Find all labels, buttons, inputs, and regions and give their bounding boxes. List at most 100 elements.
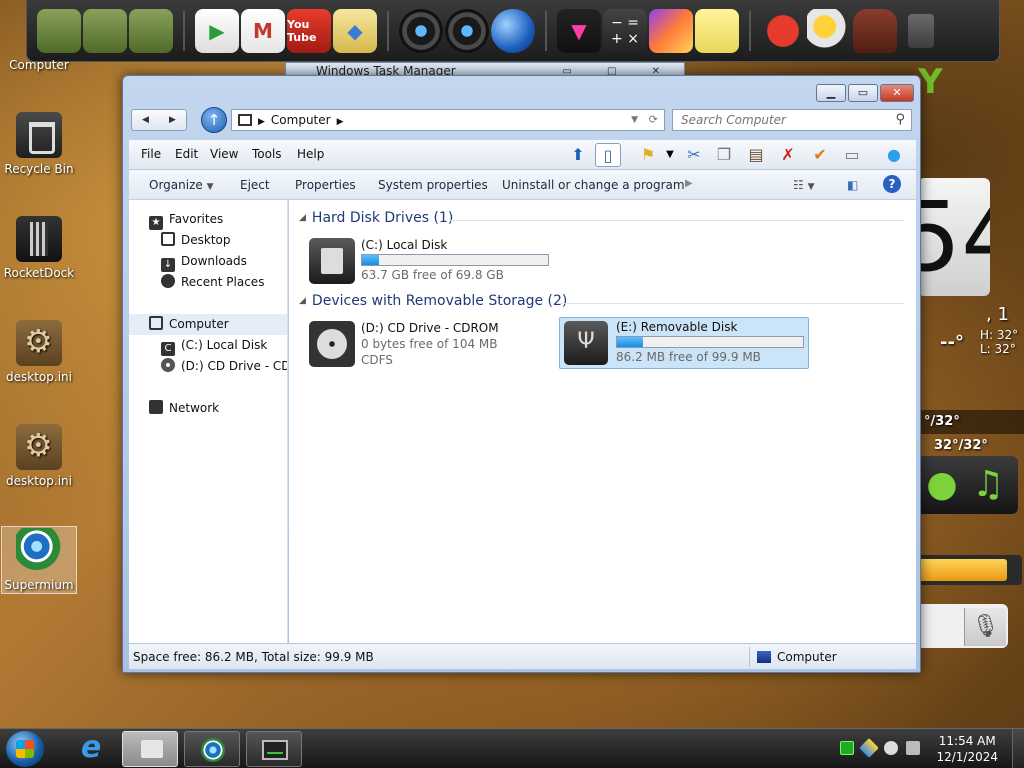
microphone-icon[interactable]: 🎙 — [964, 608, 1006, 646]
nav-cd-drive[interactable]: (D:) CD Drive - CDROM — [161, 356, 287, 377]
drive-e[interactable]: Ψ (E:) Removable Disk 86.2 MB free of 99… — [559, 317, 809, 369]
gmail-icon[interactable]: M — [241, 8, 285, 53]
notes-icon[interactable] — [695, 8, 739, 53]
chevron-down-icon: ▼ — [206, 182, 214, 192]
chat-bubble-icon[interactable]: ● — [881, 143, 907, 167]
minimize-button[interactable]: ▁ — [816, 84, 846, 102]
desktop-icon-recycle-bin[interactable]: Recycle Bin — [0, 112, 78, 176]
android-icon[interactable] — [853, 8, 897, 53]
system-properties-button[interactable]: System properties — [378, 178, 488, 192]
maximize-button[interactable]: ▭ — [848, 84, 878, 102]
nav-recent-places[interactable]: Recent Places — [161, 272, 264, 293]
change-view-icon[interactable]: ☷ ▼ — [793, 178, 815, 192]
breadcrumb-arrow-icon[interactable]: ▶ — [337, 117, 344, 127]
status-separator — [749, 647, 750, 667]
hard-disk-icon — [309, 238, 355, 284]
desktop-icon-desktop-ini[interactable]: desktop.ini — [0, 320, 78, 384]
dropdown-icon[interactable]: ▼ — [657, 143, 683, 167]
folder-icon[interactable] — [129, 8, 173, 53]
gallery-icon[interactable] — [649, 8, 693, 53]
taskbar-task-manager-button[interactable] — [246, 731, 302, 767]
trash-icon[interactable] — [908, 13, 934, 48]
internet-explorer-icon[interactable]: e — [66, 731, 116, 767]
start-button[interactable] — [6, 731, 44, 767]
nav-local-disk[interactable]: C (C:) Local Disk — [161, 335, 267, 356]
group-removable-storage[interactable]: Devices with Removable Storage (2) — [299, 293, 567, 309]
tray-network-icon[interactable] — [884, 741, 898, 755]
taskbar-clock[interactable]: 11:54 AM 12/1/2024 — [936, 733, 998, 765]
nav-desktop[interactable]: Desktop — [161, 230, 231, 251]
tray-green-icon[interactable] — [840, 741, 854, 755]
drive-d[interactable]: (D:) CD Drive - CDROM 0 bytes free of 10… — [309, 319, 559, 371]
close-button[interactable]: ✕ — [880, 84, 914, 102]
delete-icon[interactable]: ✗ — [775, 143, 801, 167]
properties-button[interactable]: Properties — [295, 178, 356, 192]
weather-icon[interactable] — [807, 8, 851, 53]
help-icon[interactable]: ? — [883, 175, 901, 193]
computer-icon — [757, 651, 771, 663]
status-location: Computer — [757, 650, 837, 664]
nav-computer[interactable]: Computer — [129, 314, 287, 335]
nav-downloads[interactable]: ↓ Downloads — [161, 251, 247, 272]
menu-file[interactable]: File — [141, 147, 161, 161]
drive-c[interactable]: (C:) Local Disk 63.7 GB free of 69.8 GB — [309, 236, 559, 288]
back-arrow-icon[interactable]: ◀ — [142, 115, 149, 125]
back-forward-buttons[interactable]: ◀ ▶ — [131, 109, 187, 131]
organize-button[interactable]: Organize ▼ — [149, 178, 214, 192]
group-hard-disk-drives[interactable]: Hard Disk Drives (1) — [299, 210, 453, 226]
settings-file-icon — [16, 320, 62, 366]
refresh-icon[interactable]: ⟳ — [649, 110, 658, 130]
nav-favorites[interactable]: ★ Favorites — [149, 209, 223, 230]
rename-icon[interactable]: ▭ — [839, 143, 865, 167]
video-icon[interactable]: ▼ — [557, 8, 601, 53]
tray-action-center-icon[interactable] — [859, 738, 879, 758]
desktop-icon-computer[interactable]: Computer — [0, 58, 78, 72]
preview-pane-toggle-icon[interactable]: ◧ — [847, 178, 858, 192]
menu-edit[interactable]: Edit — [175, 147, 198, 161]
taskbar-explorer-button[interactable] — [122, 731, 178, 767]
eject-button[interactable]: Eject — [240, 178, 270, 192]
copy-icon[interactable]: ❐ — [711, 143, 737, 167]
breadcrumb-computer[interactable]: Computer — [271, 113, 331, 127]
search-box[interactable]: ⚲ — [672, 109, 912, 131]
music-app-tile[interactable]: ♫ — [958, 456, 1018, 514]
more-commands-icon[interactable]: ▶ — [685, 178, 693, 189]
show-desktop-button[interactable] — [1012, 729, 1024, 768]
address-dropdown-icon[interactable]: ▼ — [631, 110, 638, 130]
forward-arrow-icon[interactable]: ▶ — [169, 115, 176, 125]
address-bar[interactable]: ▶ Computer ▶ ▼ ⟳ — [231, 109, 665, 131]
desktop-icon-rocketdock[interactable]: RocketDock — [0, 216, 78, 280]
youtube-icon[interactable]: You Tube — [287, 8, 331, 53]
nav-label: Network — [169, 401, 220, 415]
search-input[interactable] — [673, 110, 883, 130]
cut-icon[interactable]: ✂ — [681, 143, 707, 167]
menu-view[interactable]: View — [210, 147, 238, 161]
browser-globe-icon[interactable] — [491, 8, 535, 53]
folder-android-icon[interactable] — [37, 8, 81, 53]
search-icon[interactable]: ⚲ — [895, 112, 905, 127]
checkmark-icon[interactable]: ✔ — [807, 143, 833, 167]
nav-network[interactable]: Network — [149, 398, 219, 419]
desktop-icon-supermium[interactable]: Supermium — [0, 528, 78, 592]
desktop-icon-desktop-ini-2[interactable]: desktop.ini — [0, 424, 78, 488]
angry-birds-icon[interactable] — [761, 8, 805, 53]
taskbar-supermium-button[interactable] — [184, 731, 240, 767]
breadcrumb-arrow-icon[interactable]: ▶ — [258, 117, 265, 127]
preview-pane-icon[interactable]: ▯ — [595, 143, 621, 167]
menu-tools[interactable]: Tools — [252, 147, 282, 161]
calculator-icon[interactable]: − = + × — [603, 8, 647, 53]
globe-folder-icon[interactable] — [83, 8, 127, 53]
maps-icon[interactable]: ◆ — [333, 8, 377, 53]
command-bar: Organize ▼ Eject Properties System prope… — [129, 170, 916, 200]
up-arrow-icon[interactable]: ↑ — [201, 107, 227, 133]
drive-name: (D:) CD Drive - CDROM — [361, 321, 499, 335]
paste-icon[interactable]: ▤ — [743, 143, 769, 167]
uninstall-program-button[interactable]: Uninstall or change a program — [502, 178, 685, 192]
menu-help[interactable]: Help — [297, 147, 324, 161]
speaker-icon[interactable] — [445, 8, 489, 53]
camera-icon[interactable] — [399, 8, 443, 53]
tray-volume-icon[interactable] — [906, 741, 920, 755]
up-toolbar-icon[interactable]: ⬆ — [565, 143, 591, 167]
forecast-a: °/32° — [924, 414, 960, 429]
play-store-icon[interactable]: ▶ — [195, 8, 239, 53]
